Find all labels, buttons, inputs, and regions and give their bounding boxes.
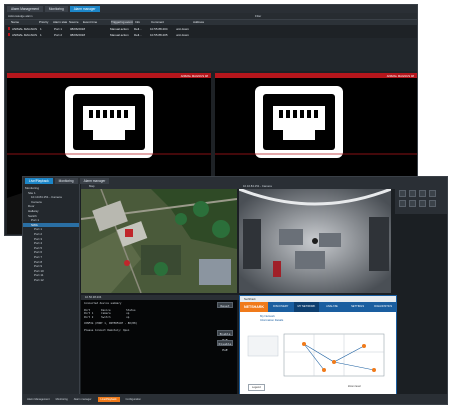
map-title: Map: [89, 184, 95, 188]
col-event-time[interactable]: Event time: [83, 20, 109, 25]
audio-icon[interactable]: [409, 200, 416, 207]
nav-discovery[interactable]: DISCOVERY: [268, 302, 294, 312]
grid-icon[interactable]: [409, 190, 416, 197]
tab-alarm-manager[interactable]: Alarm manager: [69, 6, 100, 12]
row-time: 08/06/2018: [70, 32, 86, 37]
row-port: Port 1: [54, 26, 63, 31]
tab-monitoring[interactable]: Monitoring: [44, 6, 68, 12]
row-info: Dell...: [134, 26, 142, 31]
reset-button[interactable]: Reset: [217, 302, 233, 308]
status-item[interactable]: Alarm manager: [74, 398, 92, 401]
live-monitoring-window: Live/Playback Monitoring Alarm manager M…: [22, 176, 448, 405]
col-info[interactable]: Info: [135, 20, 149, 25]
legend-label: Legend: [252, 386, 261, 389]
row-name: ANIMAL MAGNUS 48: [12, 26, 38, 31]
nav-settings[interactable]: SETTINGS: [345, 302, 371, 312]
live-camera-view[interactable]: [239, 189, 391, 293]
col-address[interactable]: Address: [193, 20, 233, 25]
camera-right-title: ANIMAL MAGNUS 48: [386, 73, 414, 78]
tab-live-playback[interactable]: Live/Playback: [25, 177, 53, 184]
row-comment: unit down: [176, 32, 189, 37]
status-item[interactable]: Configuration: [126, 398, 141, 401]
tree-info-details[interactable]: Information Details: [242, 318, 302, 322]
satellite-map: [81, 189, 237, 293]
back-toolbar: Acknowledge alarm Filter: [5, 13, 417, 20]
back-tab-bar: Alarm Management Monitoring Alarm manage…: [5, 5, 417, 13]
terminal-pane[interactable]: Connected device summary Port Device Stat…: [81, 300, 237, 394]
tree-item[interactable]: Port 12: [23, 278, 79, 283]
col-triggering-event[interactable]: Triggering event: [111, 20, 133, 25]
tab-alarm-manager[interactable]: Alarm manager: [79, 177, 110, 184]
netshark-brand: NETSHARK: [240, 302, 268, 312]
row-time: 08/06/2018: [70, 26, 86, 31]
terminal-title: 10.56.38.204: [85, 295, 102, 299]
status-item[interactable]: Monitoring: [56, 398, 68, 401]
row-address: 10.55.88.205: [150, 32, 168, 37]
row-event: Manual action: [110, 26, 129, 31]
front-tab-bar: Live/Playback Monitoring Alarm manager: [23, 177, 447, 184]
row-port: Port 2: [54, 32, 63, 37]
netshark-panel: NetShark NETSHARK DISCOVERY MY NETWORK A…: [239, 295, 397, 396]
camera-title: 10.10.84.151 - Camera: [243, 184, 272, 188]
tab-monitoring[interactable]: Monitoring: [54, 177, 78, 184]
row-priority: 1: [40, 32, 42, 37]
snapshot-icon[interactable]: [429, 190, 436, 197]
row-priority: 1: [40, 26, 42, 31]
col-alarm-state[interactable]: Alarm state: [53, 20, 67, 25]
device-tree: Monitoring Site 1 10.10.84.151 - Camera Cam…: [23, 184, 80, 396]
map-view[interactable]: [81, 189, 237, 293]
zoom-level-label: Zoom level: [348, 385, 361, 388]
record-icon[interactable]: [419, 190, 426, 197]
alarm-table-row[interactable]: ANIMAL MAGNUS 48 1 Port 1 08/06/2018 Man…: [5, 26, 417, 31]
row-name: ANIMAL MAGNUS 48: [12, 32, 38, 37]
ptz-icon[interactable]: [399, 200, 406, 207]
nav-my-network[interactable]: MY NETWORK: [293, 302, 320, 312]
camera-left-title: ANIMAL MAGNUS 48: [180, 73, 208, 78]
zoom-icon[interactable]: [419, 200, 426, 207]
zoom-level-control[interactable]: Zoom level: [348, 384, 361, 389]
filter-label: Filter: [255, 14, 262, 18]
row-address: 10.55.88.204: [150, 26, 168, 31]
row-comment: unit down: [176, 26, 189, 31]
row-info: Dell...: [134, 32, 142, 37]
status-bar: Alarm Management Monitoring Alarm manage…: [23, 394, 447, 404]
alarm-table-header: Name Priority Alarm state Source Event t…: [5, 20, 417, 25]
tab-alarm-management[interactable]: Alarm Management: [7, 6, 43, 12]
disable-poe-button[interactable]: Disable PoE: [217, 340, 233, 352]
nav-diagnostics[interactable]: DIAGNOSTICS: [370, 302, 396, 312]
side-toolbar: [395, 184, 447, 214]
alarm-flag-icon: [8, 27, 10, 30]
netshark-logo: NETSHARK: [244, 305, 264, 309]
netshark-nav: DISCOVERY MY NETWORK ANALYZE SETTINGS DI…: [268, 302, 396, 312]
nav-analyze[interactable]: ANALYZE: [319, 302, 345, 312]
terminal-line: Please Connect Remotely: Open: [84, 329, 130, 333]
col-priority[interactable]: Priority: [39, 20, 51, 25]
col-source[interactable]: Source: [69, 20, 81, 25]
table-empty-area: [5, 38, 417, 71]
alarm-table-row[interactable]: ANIMAL MAGNUS 48 1 Port 2 08/06/2018 Man…: [5, 32, 417, 37]
alarm-flag-icon: [8, 33, 10, 36]
settings-icon[interactable]: [429, 200, 436, 207]
warehouse-camera-image: [239, 189, 391, 293]
col-name[interactable]: Name: [11, 20, 37, 25]
device-tree-list: Monitoring Site 1 10.10.84.151 - Camera Cam…: [23, 186, 79, 282]
layout-icon[interactable]: [399, 190, 406, 197]
status-item-active[interactable]: Live/Playback: [97, 396, 120, 402]
netshark-title: NetShark: [244, 297, 256, 301]
acknowledge-alarm-button[interactable]: Acknowledge alarm: [8, 14, 32, 18]
network-topology-map[interactable]: [244, 332, 392, 380]
row-event: Manual action: [110, 32, 129, 37]
enable-poe-button[interactable]: Enable PoE: [217, 330, 233, 342]
netshark-legend-button[interactable]: Legend: [248, 384, 265, 391]
col-comment[interactable]: Comment: [151, 20, 191, 25]
floorplan-icon: [247, 333, 385, 377]
netshark-tree: My Network Information Details: [242, 314, 302, 328]
status-item[interactable]: Alarm Management: [27, 398, 50, 401]
terminal-output: Connected device summary Port Device Stat…: [84, 302, 234, 333]
